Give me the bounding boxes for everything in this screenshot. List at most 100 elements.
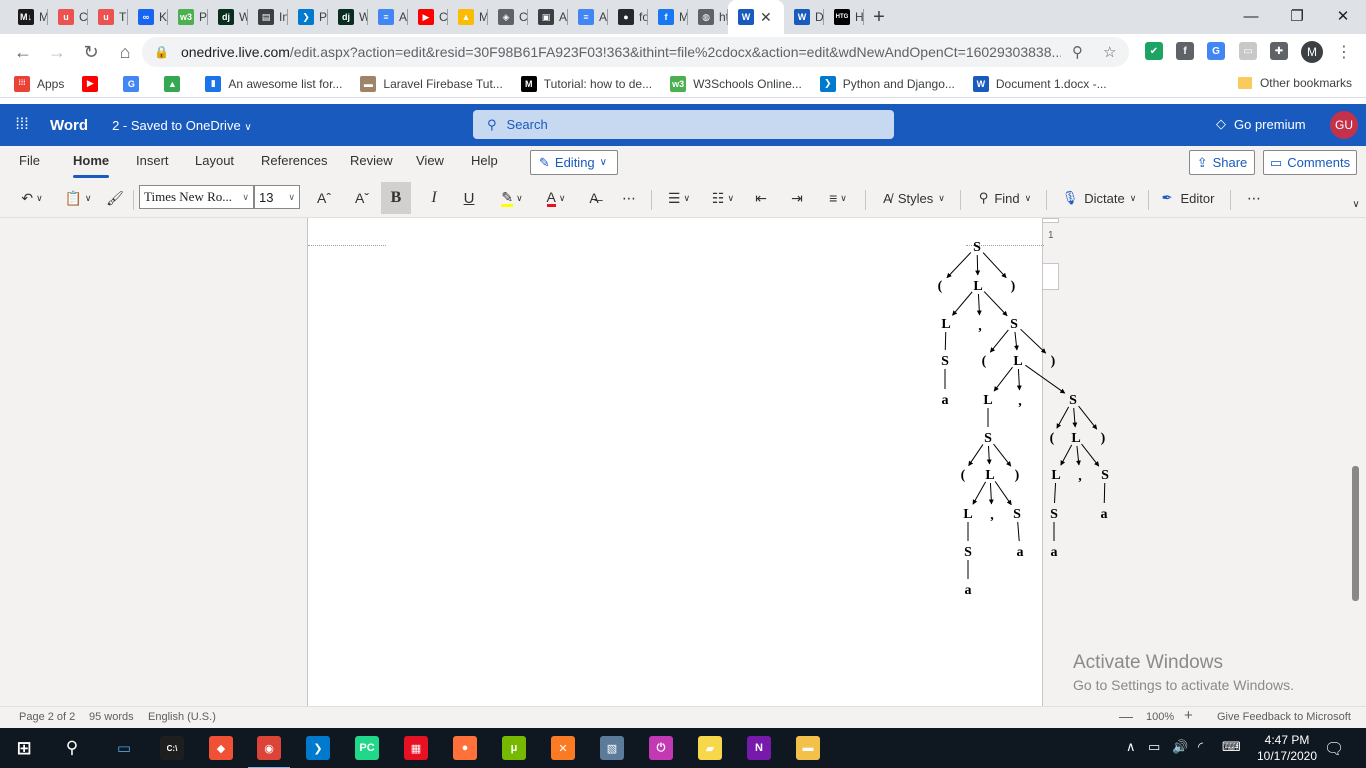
keyboard-icon[interactable]: ⌨ bbox=[1222, 739, 1241, 755]
browser-tab[interactable]: ∞ Kh bbox=[128, 0, 168, 34]
wifi-icon[interactable]: ◜ bbox=[1198, 739, 1203, 755]
utorrent-icon[interactable]: μ bbox=[502, 736, 526, 760]
browser-tab[interactable]: dj Wi bbox=[208, 0, 248, 34]
undo-button[interactable]: ↶ ∨ bbox=[16, 186, 48, 210]
minimize-button[interactable]: — bbox=[1228, 0, 1274, 32]
bookmark-item[interactable]: ▮ An awesome list for... bbox=[205, 75, 342, 92]
url-text[interactable]: onedrive.live.com/edit.aspx?action=edit&… bbox=[181, 44, 1061, 60]
browser-tab[interactable]: ▣ As bbox=[528, 0, 568, 34]
bookmark-star-icon[interactable]: ☆ bbox=[1103, 43, 1116, 61]
back-button[interactable]: ← bbox=[6, 35, 40, 69]
address-bar[interactable]: 🔒 onedrive.live.com/edit.aspx?action=edi… bbox=[142, 37, 1129, 67]
tab-home[interactable]: Home bbox=[73, 153, 110, 178]
vertical-scrollbar[interactable] bbox=[1352, 466, 1359, 601]
find-button[interactable]: ⚲ Find ∨ bbox=[970, 186, 1040, 210]
battery-icon[interactable]: ▭ bbox=[1148, 739, 1160, 755]
zoom-level[interactable]: 100% bbox=[1146, 711, 1174, 723]
browser-tab[interactable]: ▤ Ins bbox=[248, 0, 288, 34]
browser-tab[interactable]: u Th bbox=[88, 0, 128, 34]
comment-margin-marker[interactable] bbox=[1043, 218, 1059, 223]
share-button[interactable]: ⇪ Share bbox=[1189, 150, 1255, 175]
windows-start-icon[interactable]: ⊞ bbox=[12, 736, 36, 760]
browser-tab[interactable]: ● foc bbox=[608, 0, 648, 34]
vscode-icon[interactable]: ❯ bbox=[306, 736, 330, 760]
notification-icon[interactable]: 🗨 bbox=[1324, 739, 1344, 759]
zoom-icon[interactable]: ⚲ bbox=[1072, 43, 1083, 61]
facebook-extension-icon[interactable]: f bbox=[1176, 42, 1194, 60]
underline-button[interactable]: U bbox=[457, 186, 481, 210]
browser-tab[interactable]: M↓ Mu bbox=[8, 0, 48, 34]
onenote-icon[interactable]: N bbox=[747, 736, 771, 760]
browser-tab[interactable]: ◍ htt bbox=[688, 0, 728, 34]
ribbon-collapse-button[interactable]: ∨ bbox=[1348, 192, 1364, 216]
grow-font-button[interactable]: Aˆ bbox=[312, 186, 336, 210]
tab-review[interactable]: Review bbox=[350, 153, 393, 168]
font-size-select[interactable]: 13 ∨ bbox=[254, 185, 300, 209]
browser-tab[interactable]: u Co bbox=[48, 0, 88, 34]
browser-tab[interactable]: ▶ Co bbox=[408, 0, 448, 34]
styles-button[interactable]: A̸ Styles ∨ bbox=[875, 186, 953, 210]
translate-extension-icon[interactable]: G bbox=[1207, 42, 1225, 60]
close-window-button[interactable]: ✕ bbox=[1320, 0, 1366, 32]
browser-tab[interactable]: W ✕ bbox=[728, 0, 784, 34]
more-commands-button[interactable]: ⋯ bbox=[1242, 186, 1266, 210]
app-launcher-icon[interactable]: ⁞⁞⁞ bbox=[2, 116, 42, 134]
bookmark-item[interactable]: ▲ bbox=[164, 75, 187, 92]
browser-tab[interactable]: HTG Ho bbox=[824, 0, 864, 34]
clear-formatting-button[interactable]: A̶ bbox=[583, 186, 605, 210]
increase-indent-button[interactable]: ⇥ bbox=[786, 186, 808, 210]
bookmark-item[interactable]: ▶ bbox=[82, 75, 105, 92]
bookmark-item[interactable]: ▬ Laravel Firebase Tut... bbox=[360, 75, 503, 92]
bold-button[interactable]: B bbox=[381, 182, 411, 214]
font-name-select[interactable]: Times New Ro... ∨ bbox=[139, 185, 254, 209]
chrome-icon[interactable]: ◉ bbox=[248, 736, 290, 768]
other-bookmarks[interactable]: Other bookmarks bbox=[1237, 76, 1352, 90]
firefox-icon[interactable]: ● bbox=[453, 736, 477, 760]
cmd-icon[interactable]: C:\ bbox=[160, 736, 184, 760]
italic-button[interactable]: I bbox=[422, 186, 446, 210]
browser-tab[interactable]: w3 Py bbox=[168, 0, 208, 34]
volume-icon[interactable]: 🔊 bbox=[1172, 739, 1188, 755]
bullets-button[interactable]: ☰ ∨ bbox=[662, 186, 696, 210]
reload-button[interactable]: ↻ bbox=[74, 35, 108, 69]
browser-tab[interactable]: ≡ As bbox=[568, 0, 608, 34]
editing-mode-button[interactable]: ✎ Editing ∨ bbox=[530, 150, 618, 175]
bookmark-item[interactable]: w3 W3Schools Online... bbox=[670, 75, 802, 92]
search-icon[interactable]: ⚲ bbox=[60, 736, 84, 760]
app-name[interactable]: Word bbox=[50, 117, 88, 134]
xampp-icon[interactable]: ✕ bbox=[551, 736, 575, 760]
document-title[interactable]: 2 - Saved to OneDrive ∨ bbox=[112, 118, 252, 133]
go-premium-button[interactable]: ◇ Go premium bbox=[1216, 116, 1306, 132]
grid-app-icon[interactable]: ▦ bbox=[404, 736, 428, 760]
sticky-notes-icon[interactable]: ▰ bbox=[698, 736, 722, 760]
highlight-button[interactable]: ✎ ∨ bbox=[495, 186, 529, 210]
shield-extension-icon[interactable]: ✔ bbox=[1145, 42, 1163, 60]
browser-tab[interactable]: ≡ Alt bbox=[368, 0, 408, 34]
bookmark-item[interactable]: ⁞⁞⁞ Apps bbox=[14, 75, 64, 92]
screen-extension-icon[interactable]: ▭ bbox=[1239, 42, 1257, 60]
tab-insert[interactable]: Insert bbox=[136, 153, 169, 168]
puzzle-extension-icon[interactable]: ✚ bbox=[1270, 42, 1288, 60]
restore-button[interactable]: ❐ bbox=[1274, 0, 1320, 32]
forward-button[interactable]: → bbox=[40, 35, 74, 69]
git-icon[interactable]: ◆ bbox=[209, 736, 233, 760]
editor-button[interactable]: ✒ Editor bbox=[1156, 186, 1220, 210]
zoom-in-button[interactable]: + bbox=[1184, 707, 1193, 724]
tab-file[interactable]: File bbox=[19, 153, 40, 168]
browser-tab[interactable]: ❯ Py bbox=[288, 0, 328, 34]
bookmark-item[interactable]: M Tutorial: how to de... bbox=[520, 75, 652, 92]
zoom-out-button[interactable]: — bbox=[1119, 708, 1133, 724]
tab-layout[interactable]: Layout bbox=[195, 153, 234, 168]
comment-margin-marker[interactable] bbox=[1043, 263, 1059, 290]
font-color-button[interactable]: A ∨ bbox=[539, 186, 573, 210]
format-painter-button[interactable]: 🖌 bbox=[104, 186, 126, 210]
home-button[interactable]: ⌂ bbox=[108, 35, 142, 69]
close-tab-icon[interactable]: ✕ bbox=[760, 9, 772, 26]
taskbar-clock[interactable]: 4:47 PM 10/17/2020 bbox=[1252, 732, 1322, 764]
paste-button[interactable]: 📋 ∨ bbox=[62, 186, 94, 210]
browser-tab[interactable]: f Me bbox=[648, 0, 688, 34]
tab-view[interactable]: View bbox=[416, 153, 444, 168]
search-box[interactable]: ⚲ Search bbox=[473, 110, 894, 139]
tab-help[interactable]: Help bbox=[471, 153, 498, 168]
document-page[interactable]: S (L) L, S S (L) a L, S S (L) (L) L, S L, S Sa Sa a a bbox=[307, 218, 1109, 706]
